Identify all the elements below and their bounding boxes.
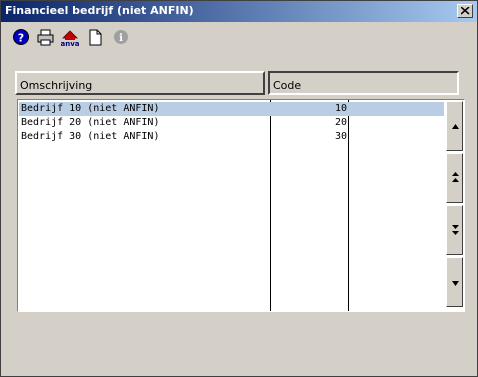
row-code: 30 [334,131,347,142]
svg-text:?: ? [18,32,24,45]
list-item[interactable]: Bedrijf 30 (niet ANFIN) 30 [19,130,444,144]
arrow-up-icon [452,124,459,129]
close-button[interactable] [457,4,473,18]
record-list[interactable]: Bedrijf 10 (niet ANFIN) 10 Bedrijf 20 (n… [17,99,465,312]
svg-text:i: i [119,33,123,44]
column-label-code: Code [273,79,302,92]
page-up-button[interactable] [446,153,463,203]
double-arrow-up-icon [452,172,459,182]
column-header-code[interactable]: Code [268,71,459,95]
scroll-down-button[interactable] [446,257,463,307]
row-description: Bedrijf 30 (niet ANFIN) [21,131,160,142]
info-icon: i [114,30,128,44]
dialog-window: Financieel bedrijf (niet ANFIN) ? anva i… [0,0,478,377]
help-icon: ? [13,29,29,45]
info-button: i [111,27,131,47]
row-code: 20 [334,117,347,128]
scroll-button-column [446,101,463,310]
row-code: 10 [334,103,347,114]
print-icon [37,29,54,46]
new-document-button[interactable] [85,27,105,47]
anva-icon: anva [61,30,79,47]
anva-button[interactable]: anva [59,27,79,47]
list-item[interactable]: Bedrijf 20 (niet ANFIN) 20 [19,116,444,130]
arrow-down-icon [452,281,459,286]
window-title: Financieel bedrijf (niet ANFIN) [5,4,194,17]
print-button[interactable] [35,27,55,47]
list-item[interactable]: Bedrijf 10 (niet ANFIN) 10 [19,102,444,116]
page-down-button[interactable] [446,205,463,255]
new-document-icon [89,29,102,46]
svg-text:anva: anva [61,40,79,47]
title-bar[interactable]: Financieel bedrijf (niet ANFIN) [1,1,477,22]
row-description: Bedrijf 20 (niet ANFIN) [21,117,160,128]
row-description: Bedrijf 10 (niet ANFIN) [21,103,160,114]
double-arrow-down-icon [452,225,459,235]
help-button[interactable]: ? [11,27,31,47]
scroll-up-button[interactable] [446,101,463,151]
column-label-omschrijving: Omschrijving [20,79,93,92]
close-icon [461,7,470,15]
column-header-omschrijving[interactable]: Omschrijving [15,71,265,95]
